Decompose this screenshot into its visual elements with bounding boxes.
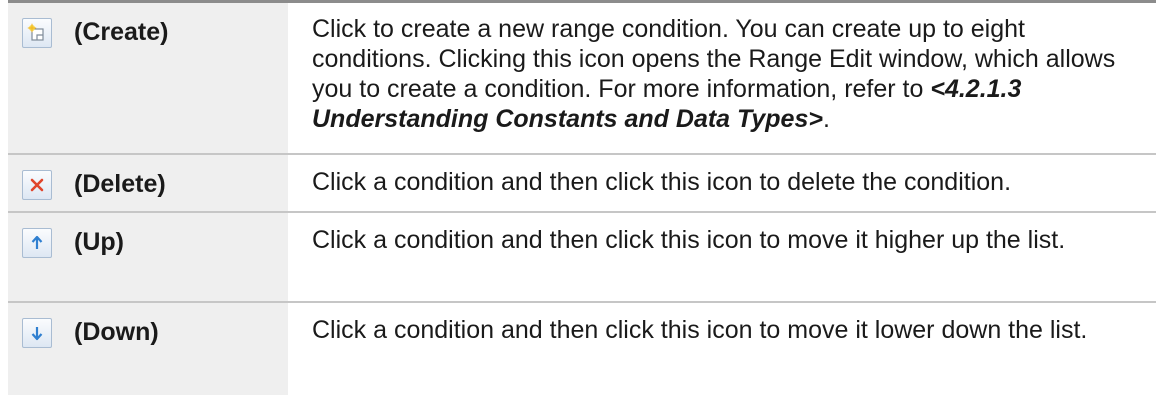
create-icon[interactable] [22,18,52,48]
create-description: Click to create a new range condition. Y… [288,3,1156,153]
icon-cell: (Down) [8,303,288,395]
down-label: (Down) [74,318,159,346]
icon-cell: (Delete) [8,155,288,211]
table-row-up: (Up) Click a condition and then click th… [8,213,1156,303]
down-description: Click a condition and then click this ic… [312,316,1088,344]
up-label: (Up) [74,228,124,256]
table-row-create: (Create) Click to create a new range con… [8,3,1156,155]
icon-cell: (Create) [8,3,288,153]
down-arrow-icon[interactable] [22,318,52,348]
icon-cell: (Up) [8,213,288,301]
table-row-delete: (Delete) Click a condition and then clic… [8,155,1156,213]
table-row-down: (Down) Click a condition and then click … [8,303,1156,395]
up-description: Click a condition and then click this ic… [312,226,1066,254]
create-label: (Create) [74,18,169,46]
delete-label: (Delete) [74,170,166,198]
delete-description: Click a condition and then click this ic… [312,168,1012,196]
up-arrow-icon[interactable] [22,228,52,258]
delete-icon[interactable] [22,170,52,200]
icon-description-table: (Create) Click to create a new range con… [8,0,1156,395]
create-description-tail: . [822,105,830,133]
